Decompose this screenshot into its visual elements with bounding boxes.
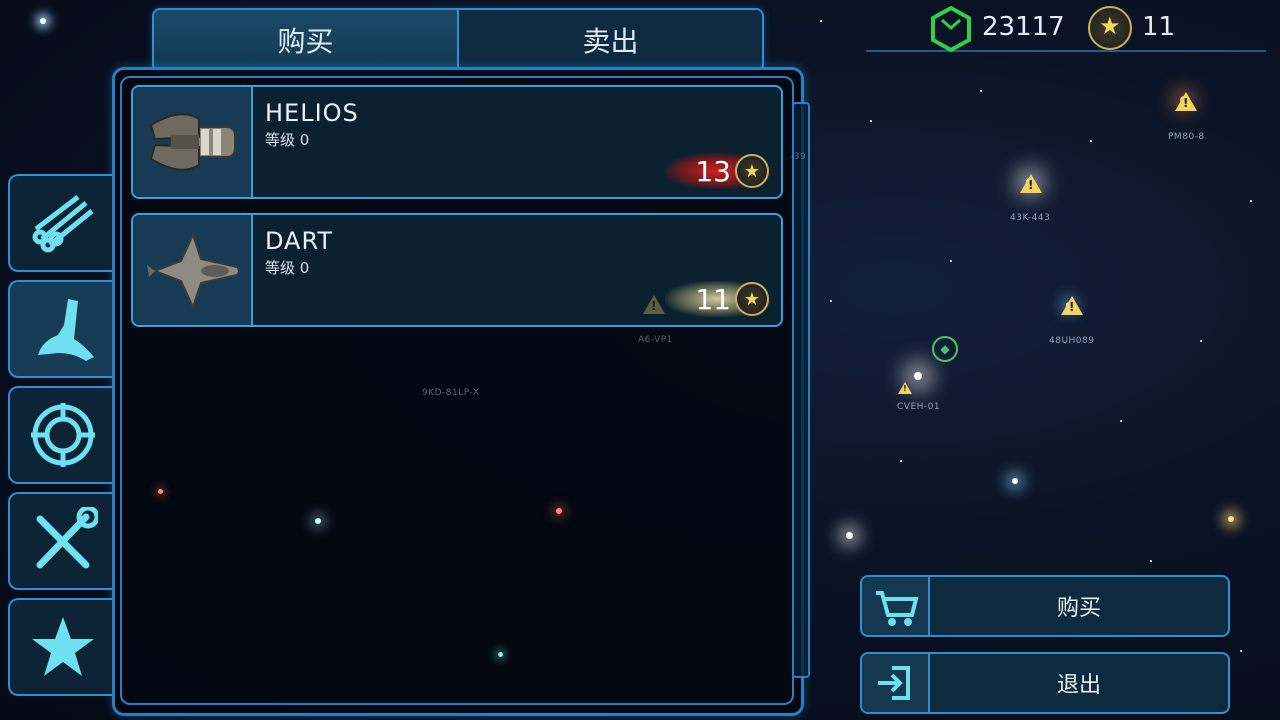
hazard-marker-icon[interactable]	[1061, 296, 1083, 315]
ship-thumbnail	[133, 215, 253, 325]
target-icon	[31, 403, 95, 467]
ship-name: HELIOS	[265, 99, 359, 127]
side-tab-weapons[interactable]	[8, 386, 112, 484]
star-coin-glyph: ★	[1099, 12, 1121, 40]
map-label: 43K-443	[1010, 213, 1051, 223]
materials-icon	[32, 195, 94, 253]
tab-sell[interactable]: 卖出	[457, 10, 762, 70]
side-tab-materials[interactable]	[8, 174, 112, 272]
ship-hull-icon	[38, 299, 94, 361]
map-label: PM80-8	[1168, 132, 1205, 142]
ship-price: 11 ★	[665, 281, 769, 317]
credits-count: 23117	[982, 12, 1065, 42]
hazard-marker-icon	[643, 295, 665, 314]
price-value: 11	[695, 282, 731, 316]
ship-item[interactable]: HELIOS 等级 0 13 ★	[131, 85, 783, 199]
side-tab-upgrades[interactable]	[8, 492, 112, 590]
star-coin-icon: ★	[735, 282, 769, 316]
star-icon	[32, 617, 94, 676]
dart-ship-icon	[147, 232, 240, 310]
map-label: -39	[790, 152, 807, 162]
hazard-marker-icon[interactable]	[1020, 174, 1042, 193]
ship-level: 等级 0	[265, 259, 310, 277]
side-tab-favorites[interactable]	[8, 598, 112, 696]
exit-button[interactable]: 退出	[860, 652, 1230, 714]
tools-icon	[36, 507, 98, 569]
distant-star	[556, 508, 562, 514]
side-tab-ships[interactable]	[8, 280, 112, 378]
ship-thumbnail	[133, 87, 253, 197]
price-value: 13	[695, 154, 731, 188]
distant-star	[158, 489, 163, 494]
exit-icon	[862, 654, 930, 712]
diamond-marker-icon[interactable]: ◆	[932, 336, 958, 362]
buy-button-label: 购买	[1056, 596, 1101, 621]
ship-level: 等级 0	[265, 131, 310, 149]
cart-icon	[862, 577, 930, 635]
buy-button[interactable]: 购买	[860, 575, 1230, 637]
map-label: 48UH089	[1049, 336, 1095, 346]
ship-price: 13 ★	[665, 153, 769, 189]
map-label: CVEH-01	[897, 402, 941, 412]
exit-button-label: 退出	[1056, 673, 1101, 698]
trade-tabs: 购买 卖出	[152, 8, 764, 72]
hex-cube-icon	[931, 6, 971, 52]
map-label: A6-VP1	[638, 335, 673, 345]
ship-name: DART	[265, 227, 334, 255]
hazard-marker-icon[interactable]	[1175, 92, 1197, 111]
map-label: 9KD-81LP-X	[422, 388, 480, 398]
helios-ship-icon	[149, 113, 236, 171]
currency-bar	[866, 4, 1266, 52]
tab-buy[interactable]: 购买	[154, 10, 457, 70]
distant-star	[315, 518, 321, 524]
scrollbar[interactable]	[792, 102, 810, 678]
star-coin-icon: ★	[735, 154, 769, 188]
distant-star	[498, 652, 503, 657]
ship-item[interactable]: DART 等级 0 11 ★	[131, 213, 783, 327]
stars-count: 11	[1142, 12, 1176, 42]
hazard-marker-icon[interactable]	[898, 382, 912, 394]
